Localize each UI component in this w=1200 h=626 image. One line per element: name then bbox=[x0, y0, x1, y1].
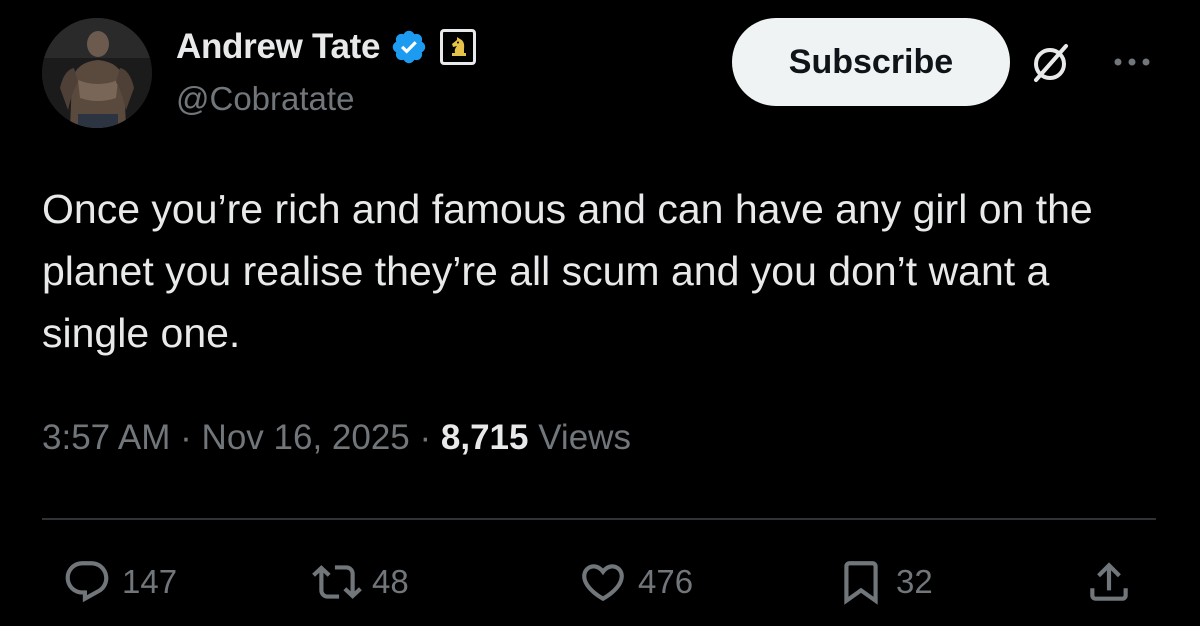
chess-knight-icon[interactable] bbox=[440, 29, 477, 65]
repost-button[interactable]: 48 bbox=[312, 557, 409, 607]
divider bbox=[42, 518, 1156, 520]
repost-icon bbox=[312, 565, 362, 599]
subscribe-button[interactable]: Subscribe bbox=[732, 18, 1010, 106]
repost-count: 48 bbox=[372, 563, 409, 600]
views-count[interactable]: 8,715 bbox=[441, 418, 529, 457]
bookmark-count: 32 bbox=[896, 563, 933, 600]
meta-separator: · bbox=[180, 418, 192, 457]
like-button[interactable]: 476 bbox=[578, 557, 693, 607]
grok-icon[interactable] bbox=[1030, 42, 1072, 84]
reply-count: 147 bbox=[122, 563, 178, 600]
meta-separator: · bbox=[419, 418, 432, 457]
like-count: 476 bbox=[638, 563, 694, 600]
share-icon bbox=[1090, 562, 1128, 601]
bookmark-button[interactable]: 32 bbox=[836, 557, 933, 607]
author-handle[interactable]: @Cobratate bbox=[176, 80, 354, 118]
reply-button[interactable]: 147 bbox=[62, 557, 177, 607]
share-button[interactable] bbox=[1084, 557, 1144, 607]
avatar[interactable] bbox=[42, 18, 152, 128]
more-icon[interactable] bbox=[1110, 52, 1154, 72]
tweet-date[interactable]: Nov 16, 2025 bbox=[202, 418, 410, 457]
author-display-name[interactable]: Andrew Tate bbox=[176, 27, 380, 67]
verified-badge-icon bbox=[392, 30, 426, 64]
bookmark-icon bbox=[844, 561, 878, 605]
reply-icon bbox=[65, 561, 109, 603]
author-name-row: Andrew Tate bbox=[176, 22, 477, 72]
tweet-meta: 3:57 AM · Nov 16, 2025 · 8,715 Views bbox=[42, 418, 631, 458]
views-label: Views bbox=[538, 418, 631, 457]
tweet-text: Once you’re rich and famous and can have… bbox=[42, 186, 1093, 356]
like-icon bbox=[582, 564, 624, 602]
tweet-card: Andrew Tate @Cobratate Subscribe Once yo… bbox=[0, 0, 1200, 626]
tweet-time[interactable]: 3:57 AM bbox=[42, 418, 170, 457]
